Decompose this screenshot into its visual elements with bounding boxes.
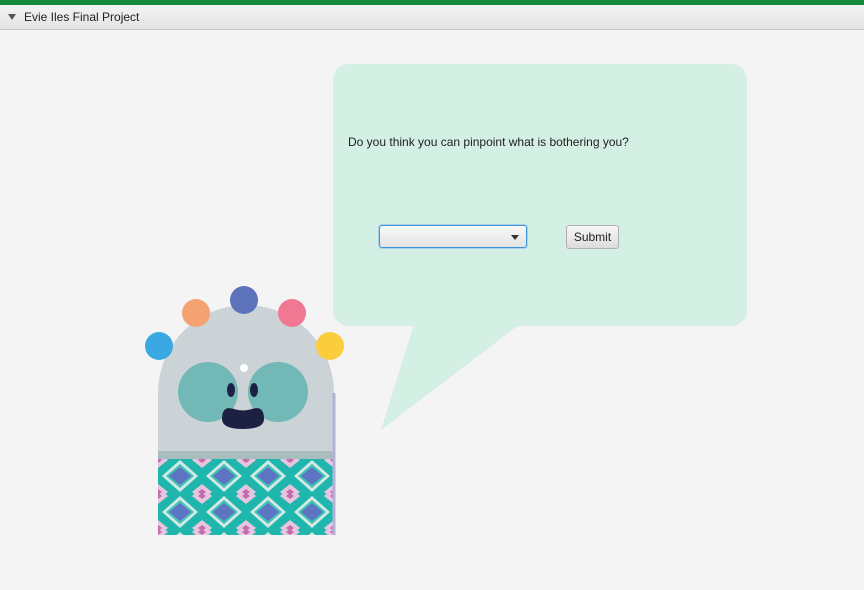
title-bar[interactable]: Evie Iles Final Project xyxy=(0,5,864,30)
submit-button[interactable]: Submit xyxy=(566,225,619,249)
chevron-down-icon[interactable] xyxy=(511,235,519,240)
monster-mascot-icon xyxy=(140,283,352,544)
question-text: Do you think you can pinpoint what is bo… xyxy=(348,135,629,149)
answer-dropdown[interactable] xyxy=(379,225,527,248)
collapse-triangle-icon[interactable] xyxy=(8,14,16,20)
window-title: Evie Iles Final Project xyxy=(24,10,140,24)
speech-bubble xyxy=(333,64,747,326)
